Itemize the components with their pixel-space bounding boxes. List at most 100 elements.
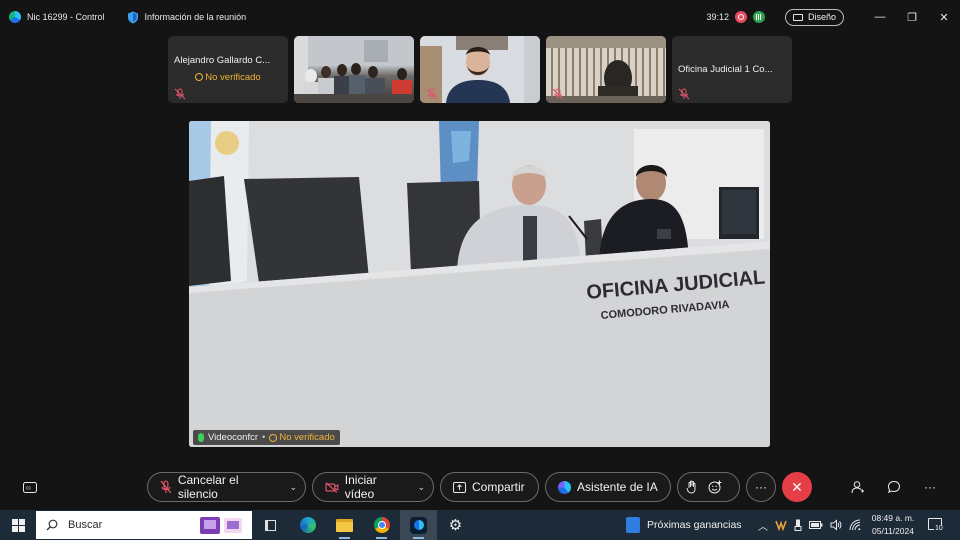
participants-button[interactable] bbox=[848, 478, 868, 496]
clock-icon bbox=[195, 73, 204, 81]
main-video-label: Videoconfcr • No verificado bbox=[193, 430, 340, 445]
shield-icon bbox=[127, 11, 138, 23]
reactions-group[interactable] bbox=[677, 472, 740, 502]
title-bar: Nic 16299 - Control Información de la re… bbox=[0, 0, 960, 34]
classroom-video-feed bbox=[294, 36, 414, 103]
captions-icon: cc bbox=[23, 481, 37, 493]
restore-button[interactable]: ❐ bbox=[896, 0, 928, 34]
volume-icon[interactable] bbox=[830, 519, 842, 531]
ai-assistant-icon bbox=[558, 480, 571, 494]
mic-muted-icon bbox=[678, 87, 690, 100]
title-bar-right: 39:12 Diseño — ❐ ✕ bbox=[706, 0, 960, 34]
start-video-button[interactable]: Iniciar vídeo ⌄ bbox=[312, 472, 434, 502]
system-tray: ︿ bbox=[758, 510, 861, 540]
battery-icon[interactable] bbox=[809, 520, 823, 530]
blinds-video-feed bbox=[546, 36, 666, 103]
news-label: Próximas ganancias bbox=[647, 519, 742, 531]
courtroom-video-feed: OFICINA JUDICIAL COMODORO RIVADAVIA bbox=[189, 121, 770, 447]
more-options-button[interactable]: ··· bbox=[746, 472, 776, 502]
mic-muted-icon bbox=[426, 87, 438, 100]
windows-taskbar: Buscar ⚙ Próximas ganancias ︿ 08:49 a. m… bbox=[0, 510, 960, 540]
mic-muted-icon bbox=[160, 480, 172, 494]
settings-app[interactable]: ⚙ bbox=[437, 510, 474, 540]
close-window-button[interactable]: ✕ bbox=[928, 0, 960, 34]
search-label: Buscar bbox=[68, 519, 103, 531]
winrar-icon[interactable] bbox=[775, 519, 787, 531]
start-video-label: Iniciar vídeo bbox=[344, 473, 377, 501]
main-video-stage[interactable]: OFICINA JUDICIAL COMODORO RIVADAVIA Vide… bbox=[189, 121, 770, 447]
mic-active-icon bbox=[198, 433, 204, 442]
webex-logo-icon bbox=[9, 11, 21, 23]
unmute-button[interactable]: Cancelar el silencio ⌄ bbox=[147, 472, 306, 502]
edge-app[interactable] bbox=[289, 510, 326, 540]
webex-icon bbox=[410, 516, 427, 534]
layout-button[interactable]: Diseño bbox=[784, 8, 844, 26]
minimize-button[interactable]: — bbox=[864, 0, 896, 34]
meeting-info-label: Información de la reunión bbox=[144, 12, 247, 22]
meeting-controls: cc Cancelar el silencio ⌄ Iniciar vídeo … bbox=[0, 472, 960, 502]
chrome-app[interactable] bbox=[363, 510, 400, 540]
news-widget[interactable]: Próximas ganancias bbox=[626, 510, 742, 540]
audio-indicator-icon[interactable] bbox=[752, 11, 765, 23]
meeting-info-button[interactable]: Información de la reunión bbox=[127, 11, 247, 24]
app-title: Nic 16299 - Control bbox=[27, 12, 105, 22]
edge-icon bbox=[299, 517, 316, 533]
chat-button[interactable] bbox=[884, 478, 904, 496]
captions-button[interactable]: cc bbox=[20, 478, 40, 496]
webex-meeting-window: Nic 16299 - Control Información de la re… bbox=[0, 0, 960, 510]
taskbar-clock[interactable]: 08:49 a. m. 05/11/2024 bbox=[862, 512, 924, 538]
chat-icon bbox=[887, 480, 901, 494]
chevron-up-icon[interactable]: ︿ bbox=[758, 518, 768, 533]
recording-icon[interactable] bbox=[734, 11, 747, 23]
taskbar-search[interactable]: Buscar bbox=[36, 511, 252, 539]
participants-icon bbox=[851, 481, 864, 494]
news-icon bbox=[626, 517, 640, 533]
wifi-icon[interactable] bbox=[849, 519, 861, 531]
participant-thumbnails: Alejandro Gallardo C... No verificado Of… bbox=[168, 36, 792, 103]
participant-tile-video[interactable] bbox=[420, 36, 540, 103]
participant-name: Oficina Judicial 1 Co... bbox=[678, 64, 773, 75]
layout-label: Diseño bbox=[807, 12, 836, 22]
task-view-button[interactable] bbox=[252, 510, 289, 540]
main-participant-name: Videoconfcr bbox=[208, 432, 258, 443]
chevron-down-icon[interactable]: ⌄ bbox=[289, 482, 297, 493]
search-icon bbox=[46, 519, 58, 531]
folder-icon bbox=[336, 518, 353, 532]
chevron-down-icon[interactable]: ⌄ bbox=[417, 482, 425, 493]
video-off-icon bbox=[325, 481, 339, 493]
participant-tile-video[interactable] bbox=[546, 36, 666, 103]
ai-assistant-label: Asistente de IA bbox=[577, 480, 658, 494]
windows-logo-icon bbox=[11, 518, 25, 532]
mic-muted-icon bbox=[174, 87, 186, 100]
svg-text:cc: cc bbox=[26, 485, 32, 491]
meeting-timer: 39:12 bbox=[706, 12, 729, 22]
more-panels-button[interactable]: ··· bbox=[920, 478, 940, 496]
unmute-label: Cancelar el silencio bbox=[177, 473, 239, 501]
share-icon bbox=[453, 481, 466, 493]
webex-app[interactable] bbox=[400, 510, 437, 540]
verification-status: No verificado bbox=[269, 432, 335, 443]
clock-time: 08:49 a. m. bbox=[871, 513, 915, 523]
verification-status: No verificado bbox=[168, 72, 288, 83]
mic-muted-icon bbox=[552, 87, 564, 100]
participant-name: Alejandro Gallardo C... bbox=[174, 55, 271, 66]
share-button[interactable]: Compartir bbox=[440, 472, 539, 502]
task-view-icon bbox=[265, 519, 276, 531]
notification-count: 10 bbox=[934, 525, 944, 532]
clock-icon bbox=[269, 433, 278, 442]
layout-icon bbox=[792, 13, 803, 21]
chrome-icon bbox=[373, 517, 390, 533]
share-label: Compartir bbox=[472, 480, 525, 494]
separator: • bbox=[262, 432, 266, 443]
start-button[interactable] bbox=[0, 510, 36, 540]
participant-tile[interactable]: Oficina Judicial 1 Co... bbox=[672, 36, 792, 103]
participant-tile[interactable]: Alejandro Gallardo C... No verificado bbox=[168, 36, 288, 103]
emoji-reaction-icon[interactable] bbox=[708, 480, 722, 494]
raise-hand-icon[interactable] bbox=[686, 480, 698, 494]
usb-icon[interactable] bbox=[794, 519, 802, 531]
ai-assistant-button[interactable]: Asistente de IA bbox=[545, 472, 671, 502]
leave-meeting-button[interactable]: ✕ bbox=[782, 472, 812, 502]
participant-tile-video[interactable] bbox=[294, 36, 414, 103]
file-explorer-app[interactable] bbox=[326, 510, 363, 540]
gear-icon: ⚙ bbox=[448, 517, 463, 534]
